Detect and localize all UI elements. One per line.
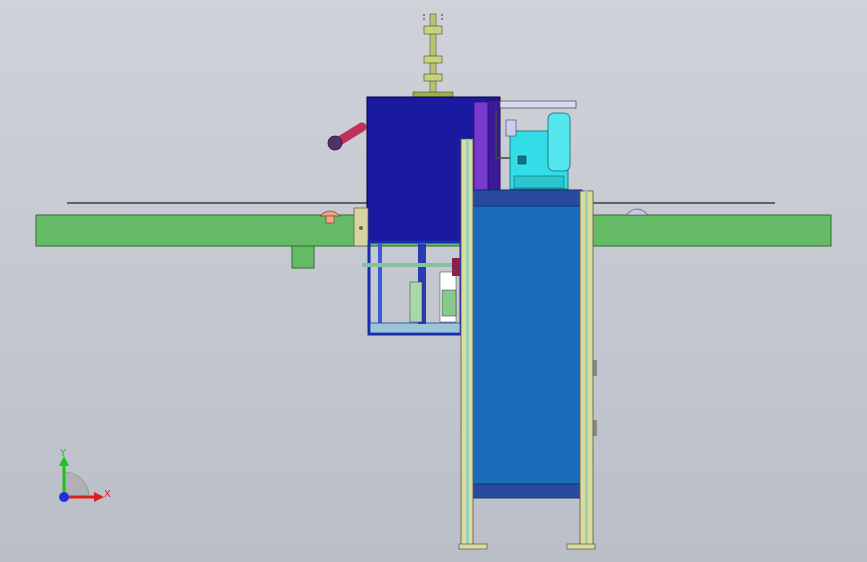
cabinet[interactable] <box>471 189 597 499</box>
y-axis-label: Y <box>59 448 67 459</box>
z-axis-dot <box>59 492 69 502</box>
x-axis-label: X <box>104 489 111 500</box>
cad-viewport[interactable]: Y X <box>0 0 867 562</box>
